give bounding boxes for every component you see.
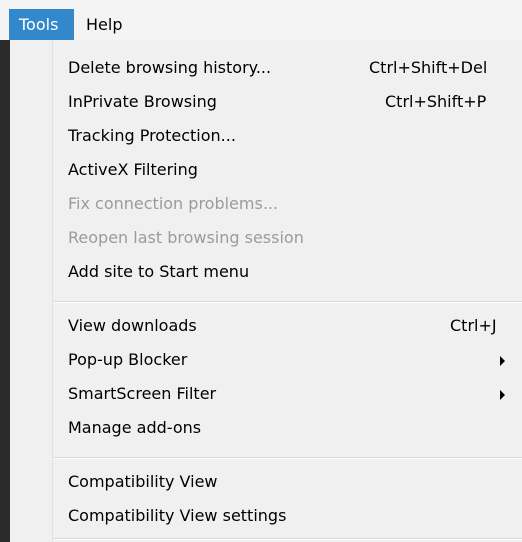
menu-item-label: Tracking Protection...: [68, 126, 236, 145]
menu-tools[interactable]: Tools: [9, 9, 74, 40]
menu-item-manage-add-ons[interactable]: Manage add-ons: [10, 411, 522, 445]
menu-item-label: Pop-up Blocker: [68, 350, 188, 369]
menu-item-label: View downloads: [68, 316, 197, 335]
window-edge: [0, 40, 10, 542]
menu-item-label: Fix connection problems...: [68, 194, 279, 213]
menu-item-label: Manage add-ons: [68, 418, 202, 437]
menu-item-label: Compatibility View settings: [68, 506, 287, 525]
menu-item-label: Reopen last browsing session: [68, 228, 304, 247]
menu-item-reopen-last-session: Reopen last browsing session: [10, 221, 522, 255]
menu-separator: [54, 457, 522, 459]
menu-item-label: Add site to Start menu: [68, 262, 250, 281]
menu-item-compatibility-view[interactable]: Compatibility View: [10, 465, 522, 499]
menu-item-add-site-to-start-menu[interactable]: Add site to Start menu: [10, 255, 522, 289]
menu-item-activex-filtering[interactable]: ActiveX Filtering: [10, 153, 522, 187]
menu-item-popup-blocker[interactable]: Pop-up Blocker: [10, 343, 522, 377]
menu-item-view-downloads[interactable]: View downloads Ctrl+J: [10, 309, 522, 343]
shortcut-label: Ctrl+J: [450, 316, 497, 335]
chevron-right-icon: [500, 390, 505, 400]
menu-item-compatibility-view-settings[interactable]: Compatibility View settings: [10, 499, 522, 533]
menu-separator: [54, 538, 522, 540]
menu-item-inprivate-browsing[interactable]: InPrivate Browsing Ctrl+Shift+P: [10, 85, 522, 119]
tools-dropdown-menu: Delete browsing history... Ctrl+Shift+De…: [10, 40, 522, 542]
menu-item-label: Delete browsing history...: [68, 58, 272, 77]
shortcut-label: Ctrl+Shift+Del: [369, 58, 488, 77]
menu-item-delete-browsing-history[interactable]: Delete browsing history... Ctrl+Shift+De…: [10, 51, 522, 85]
menu-item-label: Compatibility View: [68, 472, 218, 491]
menu-bar: Tools Help: [0, 0, 522, 40]
menu-item-label: SmartScreen Filter: [68, 384, 217, 403]
menu-item-smartscreen-filter[interactable]: SmartScreen Filter: [10, 377, 522, 411]
chevron-right-icon: [500, 356, 505, 366]
menu-item-fix-connection-problems: Fix connection problems...: [10, 187, 522, 221]
menu-item-label: InPrivate Browsing: [68, 92, 217, 111]
shortcut-label: Ctrl+Shift+P: [385, 92, 487, 111]
menu-item-tracking-protection[interactable]: Tracking Protection...: [10, 119, 522, 153]
menu-help[interactable]: Help: [76, 9, 136, 40]
menu-item-label: ActiveX Filtering: [68, 160, 198, 179]
menu-separator: [54, 301, 522, 303]
